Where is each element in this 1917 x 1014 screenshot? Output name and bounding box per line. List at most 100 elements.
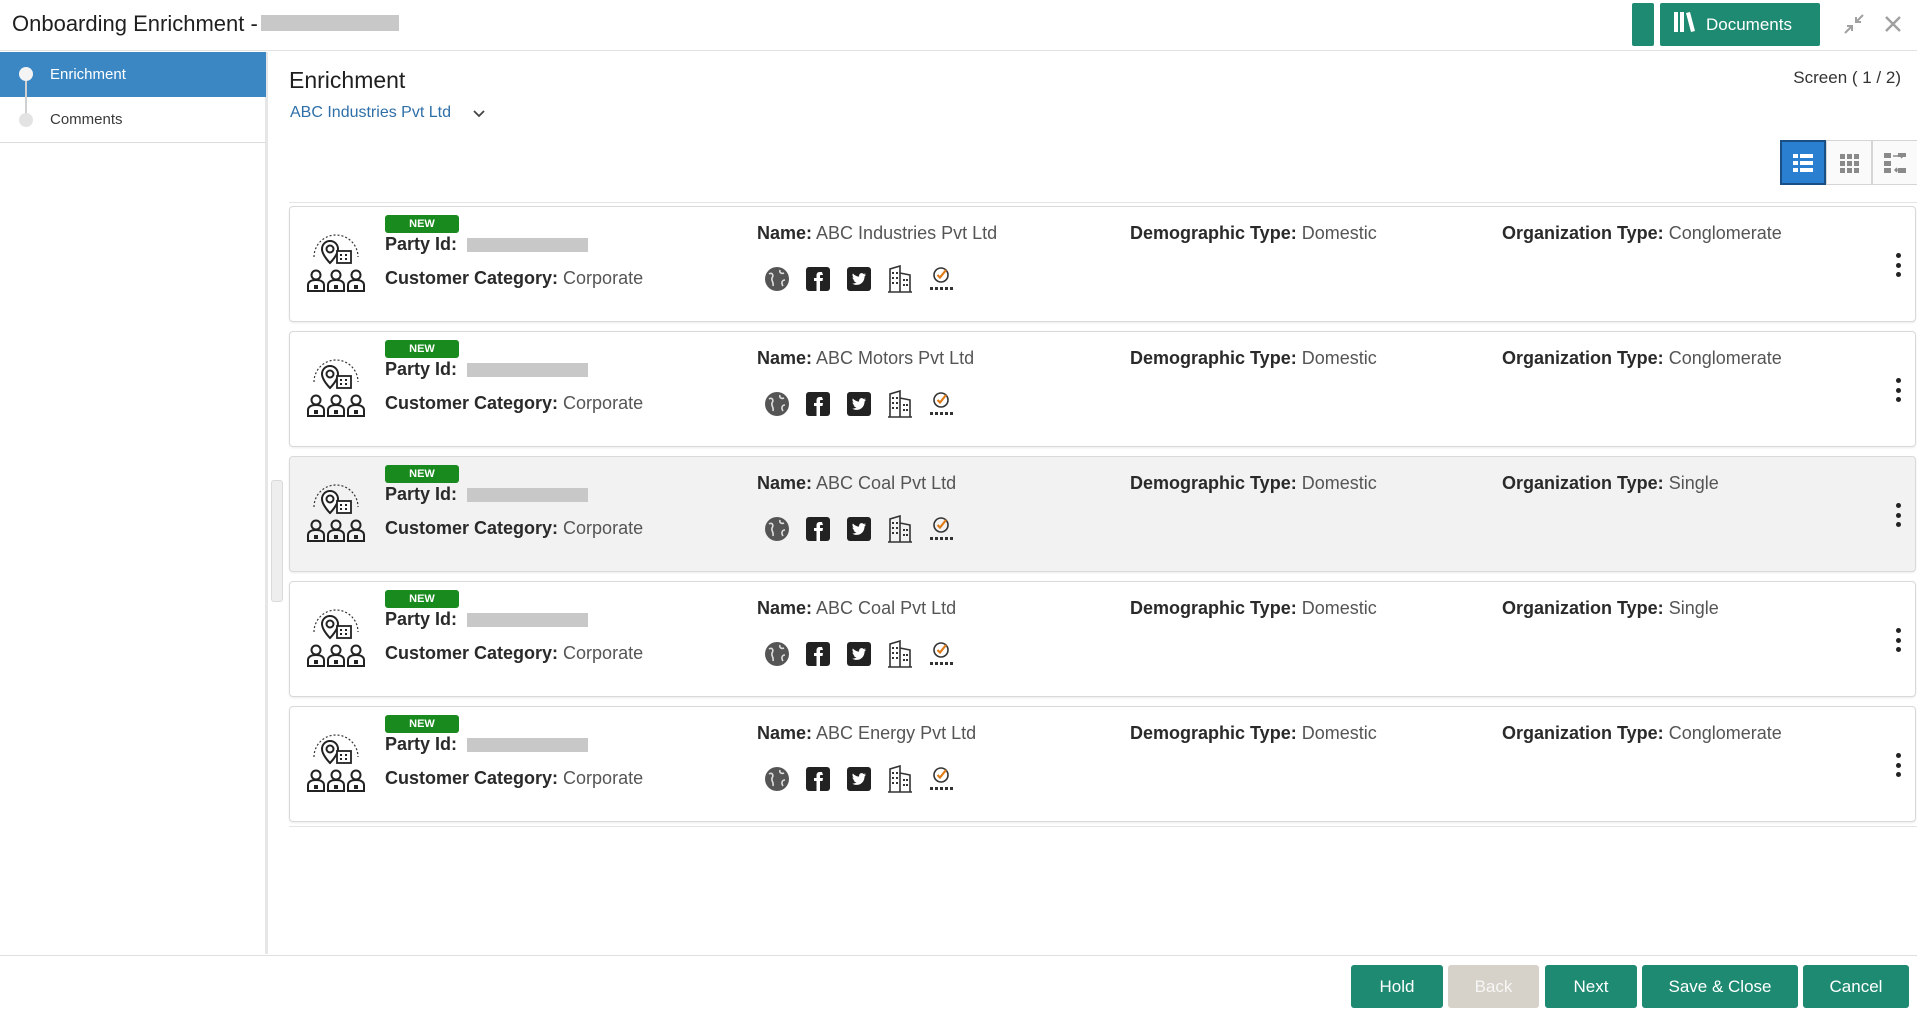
save-close-button[interactable]: Save & Close: [1642, 965, 1798, 1008]
party-id-label: Party Id:: [385, 359, 458, 379]
building-icon[interactable]: [885, 389, 915, 419]
step-connector: [25, 81, 27, 115]
facebook-icon[interactable]: [803, 639, 833, 669]
organization-avatar-icon: [304, 227, 368, 303]
demographic-type-value: Domestic: [1301, 473, 1377, 493]
status-badge: NEW: [385, 715, 459, 733]
more-options-icon[interactable]: [1893, 628, 1903, 652]
name-label: Name:: [757, 723, 813, 743]
rating-icon[interactable]: [926, 764, 956, 794]
organization-avatar-icon: [304, 352, 368, 428]
party-selector-value: ABC Industries Pvt Ltd: [290, 104, 451, 121]
rating-icon[interactable]: [926, 639, 956, 669]
twitter-icon[interactable]: [844, 764, 874, 794]
cancel-button[interactable]: Cancel: [1803, 965, 1909, 1008]
redacted-party-id: [467, 237, 589, 252]
customer-category-label: Customer Category:: [385, 768, 559, 788]
facebook-icon[interactable]: [803, 514, 833, 544]
globe-icon[interactable]: [762, 389, 792, 419]
redacted-party-id: [467, 612, 589, 627]
facebook-icon[interactable]: [803, 389, 833, 419]
customer-category-row: Customer Category: Corporate: [385, 518, 643, 539]
demographic-type-label: Demographic Type:: [1130, 598, 1297, 618]
sidebar-item-label: Enrichment: [50, 66, 126, 83]
organization-type-label: Organization Type:: [1502, 223, 1664, 243]
back-button[interactable]: Back: [1448, 965, 1539, 1008]
organization-avatar-icon: [304, 477, 368, 553]
customer-category-row: Customer Category: Corporate: [385, 393, 643, 414]
header-side-button[interactable]: [1632, 3, 1654, 46]
status-badge: NEW: [385, 340, 459, 358]
more-options-icon[interactable]: [1893, 503, 1903, 527]
twitter-icon[interactable]: [844, 514, 874, 544]
organization-type-row: Organization Type: Conglomerate: [1502, 348, 1782, 369]
globe-icon[interactable]: [762, 514, 792, 544]
sidebar-item-enrichment[interactable]: Enrichment: [0, 52, 266, 97]
party-card[interactable]: NEW Party Id: Customer Category: Corporate…: [289, 331, 1916, 447]
demographic-type-value: Domestic: [1301, 348, 1377, 368]
organization-type-value: Single: [1668, 473, 1719, 493]
sidebar-item-comments[interactable]: Comments: [0, 97, 266, 143]
grid-view-button[interactable]: [1826, 140, 1872, 185]
demographic-type-row: Demographic Type: Domestic: [1130, 598, 1377, 619]
name-value: ABC Motors Pvt Ltd: [816, 348, 975, 368]
list-view-button[interactable]: [1780, 140, 1826, 185]
building-icon[interactable]: [885, 264, 915, 294]
name-value: ABC Coal Pvt Ltd: [816, 598, 957, 618]
demographic-type-row: Demographic Type: Domestic: [1130, 473, 1377, 494]
facebook-icon[interactable]: [803, 264, 833, 294]
party-id-row: Party Id:: [385, 609, 589, 630]
demographic-type-row: Demographic Type: Domestic: [1130, 723, 1377, 744]
name-row: Name: ABC Coal Pvt Ltd: [757, 473, 956, 494]
building-icon[interactable]: [885, 764, 915, 794]
close-icon[interactable]: [1881, 12, 1905, 36]
organization-type-label: Organization Type:: [1502, 473, 1664, 493]
customer-category-row: Customer Category: Corporate: [385, 643, 643, 664]
organization-type-row: Organization Type: Conglomerate: [1502, 723, 1782, 744]
window-title: Onboarding Enrichment -: [12, 11, 258, 36]
organization-type-value: Single: [1668, 598, 1719, 618]
tree-view-button[interactable]: [1872, 140, 1917, 185]
more-options-icon[interactable]: [1893, 253, 1903, 277]
demographic-type-label: Demographic Type:: [1130, 348, 1297, 368]
customer-category-row: Customer Category: Corporate: [385, 768, 643, 789]
name-label: Name:: [757, 348, 813, 368]
globe-icon[interactable]: [762, 264, 792, 294]
name-value: ABC Coal Pvt Ltd: [816, 473, 957, 493]
globe-icon[interactable]: [762, 639, 792, 669]
documents-button[interactable]: Documents: [1660, 3, 1820, 46]
minimize-icon[interactable]: [1842, 12, 1866, 36]
party-card[interactable]: NEW Party Id: Customer Category: Corporate…: [289, 581, 1916, 697]
rating-icon[interactable]: [926, 264, 956, 294]
sidebar-resize-handle[interactable]: [271, 480, 283, 602]
facebook-icon[interactable]: [803, 764, 833, 794]
status-badge: NEW: [385, 590, 459, 608]
globe-icon[interactable]: [762, 764, 792, 794]
rating-icon[interactable]: [926, 514, 956, 544]
demographic-type-label: Demographic Type:: [1130, 723, 1297, 743]
building-icon[interactable]: [885, 639, 915, 669]
redacted-party-id: [467, 487, 589, 502]
more-options-icon[interactable]: [1893, 378, 1903, 402]
organization-type-label: Organization Type:: [1502, 723, 1664, 743]
list-icon: [1793, 153, 1813, 172]
hold-button[interactable]: Hold: [1351, 965, 1443, 1008]
party-card[interactable]: NEW Party Id: Customer Category: Corporate…: [289, 206, 1916, 322]
party-selector[interactable]: ABC Industries Pvt Ltd: [290, 104, 485, 122]
organization-type-label: Organization Type:: [1502, 348, 1664, 368]
rating-icon[interactable]: [926, 389, 956, 419]
party-card[interactable]: NEW Party Id: Customer Category: Corporate…: [289, 706, 1916, 822]
twitter-icon[interactable]: [844, 389, 874, 419]
more-options-icon[interactable]: [1893, 753, 1903, 777]
party-id-row: Party Id:: [385, 734, 589, 755]
list-divider: [289, 826, 1917, 827]
demographic-type-row: Demographic Type: Domestic: [1130, 223, 1377, 244]
name-row: Name: ABC Energy Pvt Ltd: [757, 723, 976, 744]
party-card[interactable]: NEW Party Id: Customer Category: Corporate…: [289, 456, 1916, 572]
next-button[interactable]: Next: [1545, 965, 1637, 1008]
twitter-icon[interactable]: [844, 639, 874, 669]
party-id-label: Party Id:: [385, 484, 458, 504]
redacted-party-id: [467, 362, 589, 377]
twitter-icon[interactable]: [844, 264, 874, 294]
building-icon[interactable]: [885, 514, 915, 544]
